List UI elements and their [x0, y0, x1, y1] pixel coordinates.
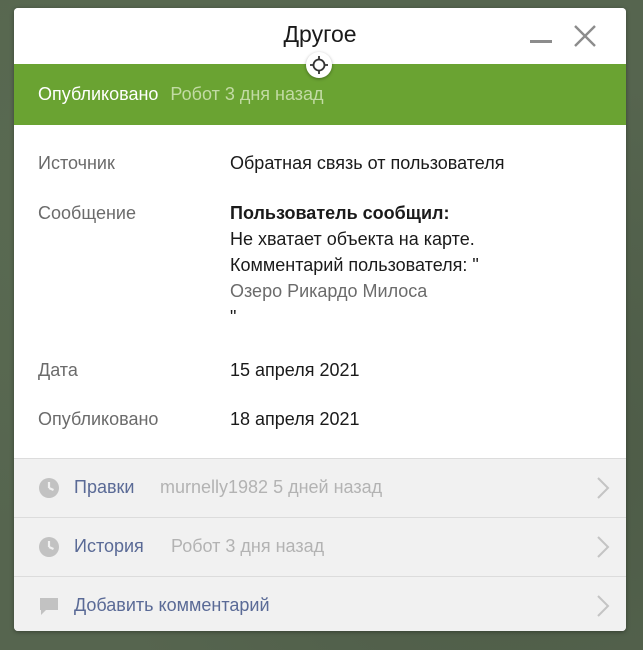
locate-on-map-button[interactable] [306, 52, 332, 78]
message-line: Не хватает объекта на карте. [230, 229, 475, 249]
edit-info-panel: Другое Опубликовано Робот 3 дня назад Ис… [14, 8, 626, 631]
message-heading: Пользователь сообщил: [230, 203, 450, 223]
message-label: Сообщение [38, 203, 136, 223]
clock-icon [39, 478, 59, 498]
message-value: Пользователь сообщил: Не хватает объекта… [230, 200, 606, 330]
date-value: 15 апреля 2021 [230, 360, 360, 380]
minimize-icon [530, 40, 552, 43]
close-button[interactable] [573, 24, 597, 48]
date-label: Дата [38, 360, 78, 380]
comment-icon [40, 598, 58, 615]
published-value: 18 апреля 2021 [230, 409, 360, 429]
edits-label: Правки [74, 477, 135, 497]
source-value: Обратная связь от пользователя [230, 153, 505, 173]
history-meta: Робот 3 дня назад [171, 536, 325, 556]
add-comment-item[interactable]: Добавить комментарий [14, 576, 626, 631]
history-item[interactable]: История Робот 3 дня назад [14, 517, 626, 576]
status-label: Опубликовано [38, 84, 159, 104]
actions-list: Правки murnelly1982 5 дней назад История… [14, 458, 626, 631]
published-label: Опубликовано [38, 409, 159, 429]
message-line: " [230, 307, 237, 327]
crosshair-icon [310, 56, 328, 74]
chevron-right-icon [597, 536, 610, 558]
panel-header: Другое [14, 8, 626, 78]
message-line: Комментарий пользователя: " [230, 255, 479, 275]
message-user-comment: Озеро Рикардо Милоса [230, 281, 428, 301]
status-meta: Робот 3 дня назад [170, 84, 324, 104]
add-comment-label: Добавить комментарий [74, 595, 270, 615]
chevron-right-icon [597, 595, 610, 617]
edits-item[interactable]: Правки murnelly1982 5 дней назад [14, 458, 626, 517]
clock-icon [39, 537, 59, 557]
edits-meta: murnelly1982 5 дней назад [160, 477, 383, 497]
chevron-right-icon [597, 477, 610, 499]
source-label: Источник [38, 153, 115, 173]
details-section: Источник Обратная связь от пользователя … [14, 125, 626, 458]
close-icon [574, 25, 596, 47]
minimize-button[interactable] [529, 22, 553, 46]
history-label: История [74, 536, 144, 556]
